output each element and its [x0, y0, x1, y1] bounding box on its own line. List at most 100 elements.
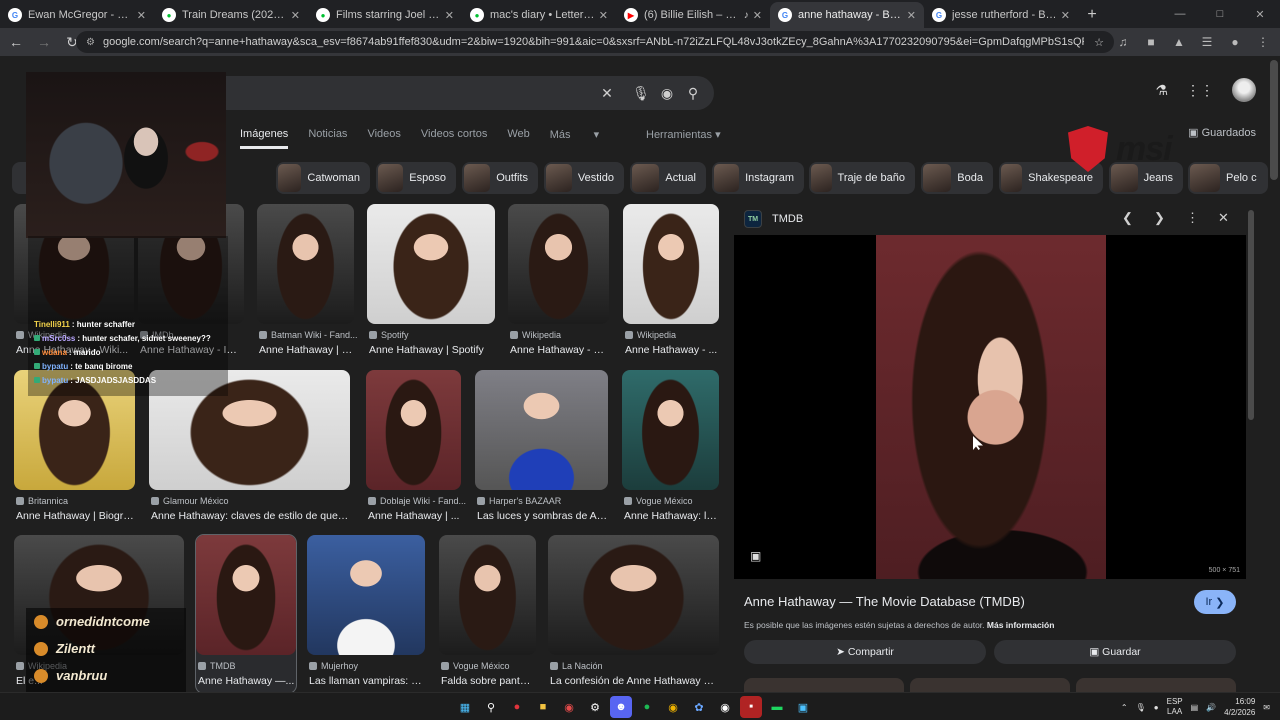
- media-control-icon[interactable]: ♫: [1114, 32, 1132, 52]
- prev-icon[interactable]: ❮: [1122, 210, 1133, 226]
- tray-chevron-icon[interactable]: ⌃: [1121, 703, 1128, 712]
- avatar[interactable]: [1232, 78, 1256, 102]
- image-result-card[interactable]: Harper's BAZAAR Las luces y sombras de An…: [475, 370, 608, 528]
- result-source[interactable]: Wikipedia: [510, 330, 561, 340]
- image-result-card[interactable]: Spotify Anne Hathaway | Spotify: [367, 204, 495, 362]
- result-thumbnail[interactable]: [307, 535, 425, 655]
- result-caption[interactable]: La confesión de Anne Hathaway sob...: [550, 675, 719, 687]
- refinement-chip[interactable]: Boda: [921, 162, 993, 194]
- image-result-card[interactable]: Vogue México Anne Hathaway: lo...: [622, 370, 719, 528]
- close-window-icon[interactable]: ✕: [1240, 0, 1280, 28]
- close-tab-icon[interactable]: ✕: [907, 9, 916, 22]
- site-info-icon[interactable]: ⚙: [86, 37, 95, 48]
- result-caption[interactable]: Anne Hathaway —...: [198, 675, 296, 687]
- result-source[interactable]: Mujerhoy: [309, 661, 358, 671]
- browser-tab[interactable]: Gjesse rutherford - Buscar con Google ✕: [924, 2, 1078, 28]
- tray-mic-icon[interactable]: 🎙: [1136, 703, 1146, 712]
- result-source[interactable]: Glamour México: [151, 496, 229, 506]
- page-scrollbar[interactable]: [1270, 60, 1278, 180]
- next-icon[interactable]: ❯: [1154, 210, 1165, 226]
- mic-icon[interactable]: 🎙: [632, 84, 650, 102]
- result-thumbnail[interactable]: [196, 535, 296, 655]
- panel-site-name[interactable]: TMDB: [772, 213, 803, 225]
- result-source[interactable]: Britannica: [16, 496, 68, 506]
- result-caption[interactable]: Anne Hathaway - ...: [625, 344, 719, 356]
- close-tab-icon[interactable]: ✕: [291, 9, 300, 22]
- close-tab-icon[interactable]: ✕: [137, 9, 146, 22]
- start-icon[interactable]: ▦: [454, 696, 476, 718]
- back-icon[interactable]: ←: [4, 30, 28, 54]
- tray-app-icon[interactable]: ●: [1154, 703, 1159, 712]
- result-thumbnail[interactable]: [367, 204, 495, 324]
- tab-web[interactable]: Web: [507, 128, 529, 149]
- result-thumbnail[interactable]: [623, 204, 719, 324]
- app-blue-icon[interactable]: ✿: [688, 696, 710, 718]
- image-result-card[interactable]: Batman Wiki - Fand... Anne Hathaway | B..…: [257, 204, 358, 362]
- tools-button[interactable]: Herramientas ▾: [646, 128, 721, 141]
- extension-icon[interactable]: ■: [1142, 32, 1160, 52]
- result-source[interactable]: Vogue México: [624, 496, 693, 506]
- result-source[interactable]: Doblaje Wiki - Fand...: [368, 496, 466, 506]
- result-caption[interactable]: Anne Hathaway - W...: [510, 344, 609, 356]
- close-tab-icon[interactable]: ✕: [599, 9, 608, 22]
- image-result-card[interactable]: La Nación La confesión de Anne Hathaway s…: [548, 535, 719, 693]
- result-thumbnail[interactable]: [508, 204, 609, 324]
- result-source[interactable]: Wikipedia: [625, 330, 676, 340]
- spotify-icon[interactable]: ●: [636, 696, 658, 718]
- obs-icon[interactable]: ◉: [714, 696, 736, 718]
- camera-icon[interactable]: ◉: [558, 696, 580, 718]
- tab-images[interactable]: Imágenes: [240, 128, 289, 149]
- result-caption[interactable]: Anne Hathaway: lo...: [624, 510, 719, 522]
- close-tab-icon[interactable]: ✕: [753, 9, 762, 22]
- apps-icon[interactable]: ⋮⋮: [1186, 82, 1214, 99]
- settings-icon[interactable]: ⚙: [584, 696, 606, 718]
- tab-news[interactable]: Noticias: [308, 128, 347, 149]
- image-result-card[interactable]: Mujerhoy Las llaman vampiras: a...: [307, 535, 425, 693]
- result-source[interactable]: Batman Wiki - Fand...: [259, 330, 358, 340]
- address-bar[interactable]: ⚙ google.com/search?q=anne+hathaway&sca_…: [76, 31, 1114, 53]
- bookmark-star-icon[interactable]: ☆: [1094, 36, 1104, 49]
- result-thumbnail[interactable]: [257, 204, 354, 324]
- photos-icon[interactable]: ▣: [792, 696, 814, 718]
- refinement-chip[interactable]: Outfits: [462, 162, 538, 194]
- refinement-chip[interactable]: Traje de baño: [809, 162, 915, 194]
- refinement-chip[interactable]: Actual: [630, 162, 706, 194]
- result-thumbnail[interactable]: [475, 370, 608, 490]
- audio-playing-icon[interactable]: ♪: [744, 10, 749, 21]
- result-caption[interactable]: Falda sobre pantal...: [441, 675, 536, 687]
- language-indicator[interactable]: ESP LAA: [1167, 697, 1183, 717]
- image-result-card[interactable]: Doblaje Wiki - Fand... Anne Hathaway | ..…: [366, 370, 466, 528]
- minimize-icon[interactable]: —: [1160, 0, 1200, 28]
- refinement-chip[interactable]: Instagram: [712, 162, 804, 194]
- result-source[interactable]: La Nación: [550, 661, 603, 671]
- new-tab-button[interactable]: +: [1078, 2, 1106, 28]
- puzzle-icon[interactable]: ▲: [1170, 32, 1188, 52]
- taskbar-search-icon[interactable]: ⚲: [480, 696, 502, 718]
- app-green-icon[interactable]: ▬: [766, 696, 788, 718]
- search-icon[interactable]: ⚲: [684, 84, 702, 102]
- result-source[interactable]: TMDB: [198, 661, 236, 671]
- result-caption[interactable]: Las llaman vampiras: a...: [309, 675, 425, 687]
- result-thumbnail[interactable]: [439, 535, 536, 655]
- profile-icon[interactable]: ●: [1226, 32, 1244, 52]
- tab-more[interactable]: Más ▾: [550, 128, 599, 149]
- refinement-chip[interactable]: Esposo: [376, 162, 456, 194]
- more-options-icon[interactable]: ⋮: [1186, 210, 1199, 226]
- chrome-icon[interactable]: ◉: [662, 696, 684, 718]
- clear-icon[interactable]: ✕: [598, 84, 616, 102]
- result-source[interactable]: Vogue México: [441, 661, 510, 671]
- discord-icon[interactable]: ☻: [610, 696, 632, 718]
- panel-scrollbar[interactable]: [1248, 210, 1254, 420]
- browser-tab[interactable]: ● Films starring Joel Edgerton • Letterbo…: [308, 2, 462, 28]
- result-caption[interactable]: Anne Hathaway | B...: [259, 344, 354, 356]
- search-inside-image-icon[interactable]: ▣: [750, 549, 761, 563]
- preview-title[interactable]: Anne Hathaway — The Movie Database (TMDB…: [744, 594, 1025, 609]
- file-explorer-icon[interactable]: ■: [532, 696, 554, 718]
- browser-tab[interactable]: Ganne hathaway - Buscar con Google ✕: [770, 2, 924, 28]
- browser-tab[interactable]: G Ewan McGregor - Buscar con Google ✕: [0, 2, 154, 28]
- result-caption[interactable]: Anne Hathaway: claves de estilo de que d…: [151, 510, 350, 522]
- result-thumbnail[interactable]: [366, 370, 461, 490]
- image-result-card[interactable]: TMDB Anne Hathaway —...: [195, 534, 297, 694]
- refinement-chip[interactable]: Vestido: [544, 162, 624, 194]
- search-input[interactable]: ✕ 🎙 ◉ ⚲: [170, 76, 714, 110]
